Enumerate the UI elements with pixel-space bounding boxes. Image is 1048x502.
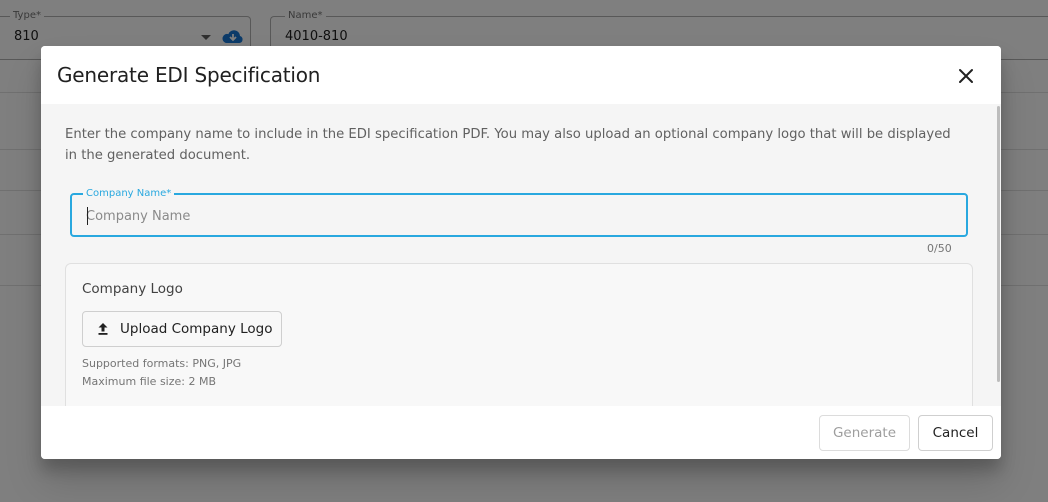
supported-formats-hint: Supported formats: PNG, JPG [82, 357, 242, 370]
dialog-body: Enter the company name to include in the… [41, 104, 1001, 406]
dialog-scrollbar[interactable] [996, 104, 1001, 406]
company-logo-title: Company Logo [82, 281, 183, 297]
character-counter: 0/50 [927, 242, 952, 255]
close-icon [959, 69, 973, 83]
dialog-header: Generate EDI Specification [41, 46, 1001, 104]
company-name-input[interactable] [86, 206, 946, 226]
scrollbar-thumb[interactable] [997, 106, 1000, 382]
generate-button[interactable]: Generate [819, 415, 910, 451]
upload-company-logo-label: Upload Company Logo [120, 321, 273, 337]
dialog-title: Generate EDI Specification [57, 63, 321, 87]
company-name-field[interactable]: Company Name* [70, 187, 968, 237]
text-cursor [87, 207, 88, 225]
dialog-description: Enter the company name to include in the… [65, 127, 951, 163]
generate-edi-dialog: Generate EDI Specification Enter the com… [41, 46, 1001, 459]
company-logo-section: Company Logo Upload Company Logo Support… [65, 263, 973, 406]
max-file-size-hint: Maximum file size: 2 MB [82, 375, 217, 388]
dialog-footer: Generate Cancel [41, 406, 1001, 459]
close-button[interactable] [953, 63, 979, 89]
upload-icon [98, 323, 108, 335]
cancel-button[interactable]: Cancel [918, 415, 993, 451]
upload-company-logo-button[interactable]: Upload Company Logo [82, 311, 282, 347]
company-name-label: Company Name* [83, 187, 175, 200]
